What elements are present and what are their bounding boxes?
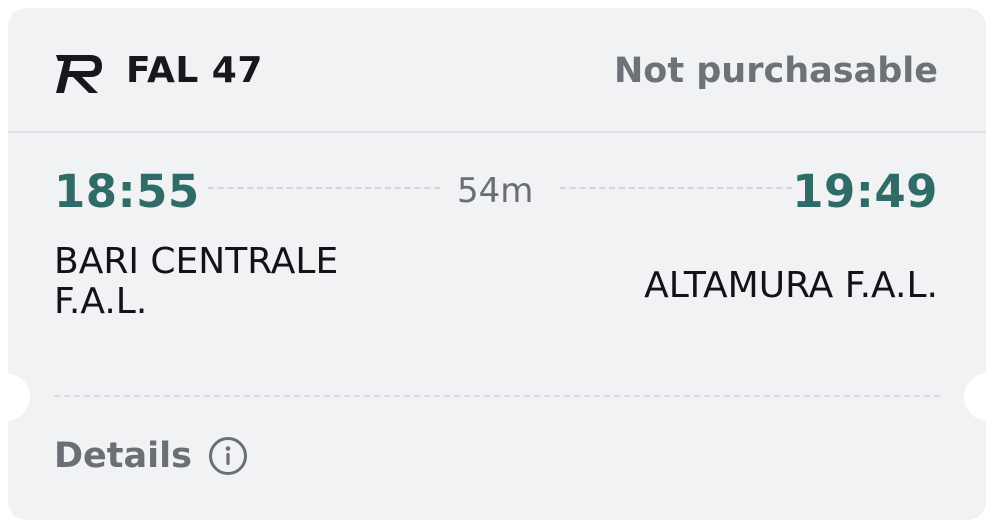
ticket-header: FAL 47 Not purchasable [8, 8, 986, 133]
ticket-perforation-divider [54, 395, 940, 397]
train-name: FAL 47 [126, 50, 263, 91]
departure-time: 18:55 [54, 165, 200, 218]
purchase-status: Not purchasable [613, 51, 938, 91]
arrival-time: 19:49 [792, 165, 938, 218]
arrival-station: ALTAMURA F.A.L. [644, 265, 938, 306]
ticket-notch-right [964, 373, 986, 421]
ticket-notch-left [8, 373, 30, 421]
departure-station: BARI CENTRALE F.A.L. [54, 241, 339, 322]
train-ticket-card[interactable]: FAL 47 Not purchasable 18:55 54m 19:49 B… [8, 8, 986, 520]
info-icon[interactable] [208, 436, 248, 476]
route-line-left [208, 187, 440, 189]
fal-logo-icon [56, 55, 102, 93]
details-label: Details [54, 436, 192, 476]
trip-duration: 54m [457, 171, 534, 211]
route-line-right [560, 187, 792, 189]
details-button[interactable]: Details [54, 433, 248, 479]
